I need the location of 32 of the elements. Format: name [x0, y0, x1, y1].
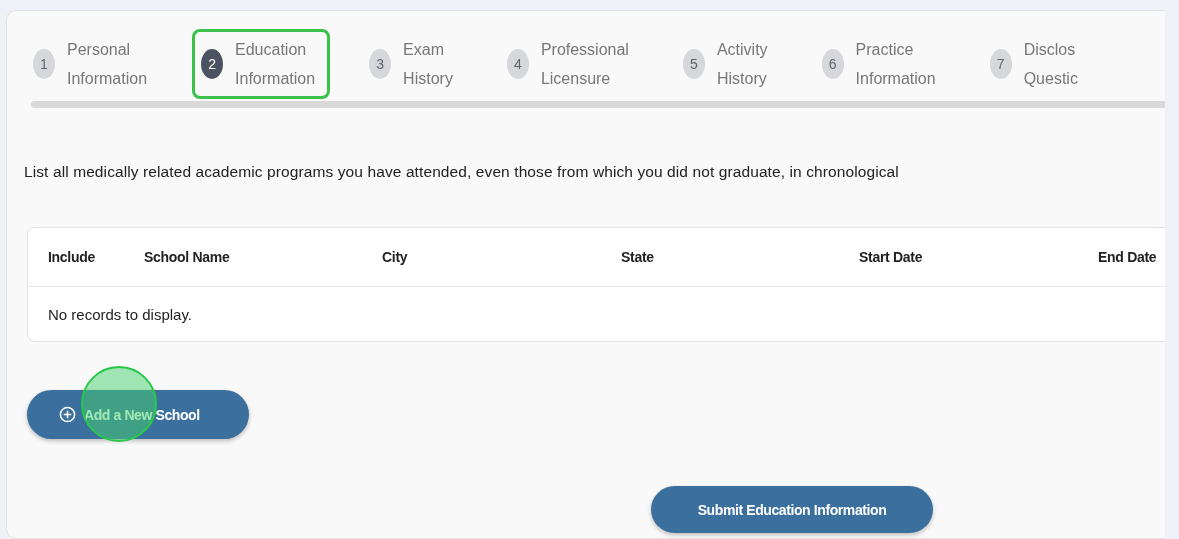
step-tab[interactable]: 6 Practice Information: [812, 29, 951, 99]
step-tab[interactable]: 4 Professional Licensure: [497, 29, 644, 99]
step-tab[interactable]: 1 Personal Information: [24, 29, 163, 99]
step-label: Disclos Questic: [1023, 40, 1078, 89]
column-header: City: [382, 249, 409, 265]
step-number: 3: [369, 49, 392, 79]
step-label: Education Information: [235, 40, 316, 89]
step-tab[interactable]: 2 Education Information: [192, 29, 331, 99]
column-header: School Name: [144, 249, 231, 265]
add-school-button[interactable]: Add a New School: [27, 390, 249, 439]
column-header: State: [621, 249, 655, 265]
step-label: Practice Information: [855, 40, 936, 89]
plus-circle-icon: [59, 406, 76, 423]
step-number: 6: [821, 49, 844, 79]
column-header: Start Date: [859, 249, 924, 265]
step-label: Professional Licensure: [540, 40, 629, 89]
column-header: End Date: [1098, 249, 1158, 265]
step-number: 4: [506, 49, 529, 79]
step-number: 2: [201, 49, 224, 79]
step-label: Personal Information: [67, 40, 148, 89]
step-label: Activity History: [716, 40, 768, 89]
instructions-text: List all medically related academic programs you have attended, even those from which you did not graduate, in chronological: [24, 163, 900, 181]
step-label: Exam History: [403, 40, 453, 89]
step-tab[interactable]: 7 Disclos Questic: [980, 29, 1093, 99]
step-tab[interactable]: 3 Exam History: [360, 29, 468, 99]
step-number: 7: [989, 49, 1012, 79]
column-header: Include: [48, 249, 96, 265]
step-number: 5: [682, 49, 705, 79]
step-tab[interactable]: 5 Activity History: [673, 29, 783, 99]
step-number: 1: [33, 49, 55, 79]
empty-message: No records to display.: [48, 305, 192, 323]
submit-button[interactable]: Submit Education Information: [651, 486, 933, 533]
